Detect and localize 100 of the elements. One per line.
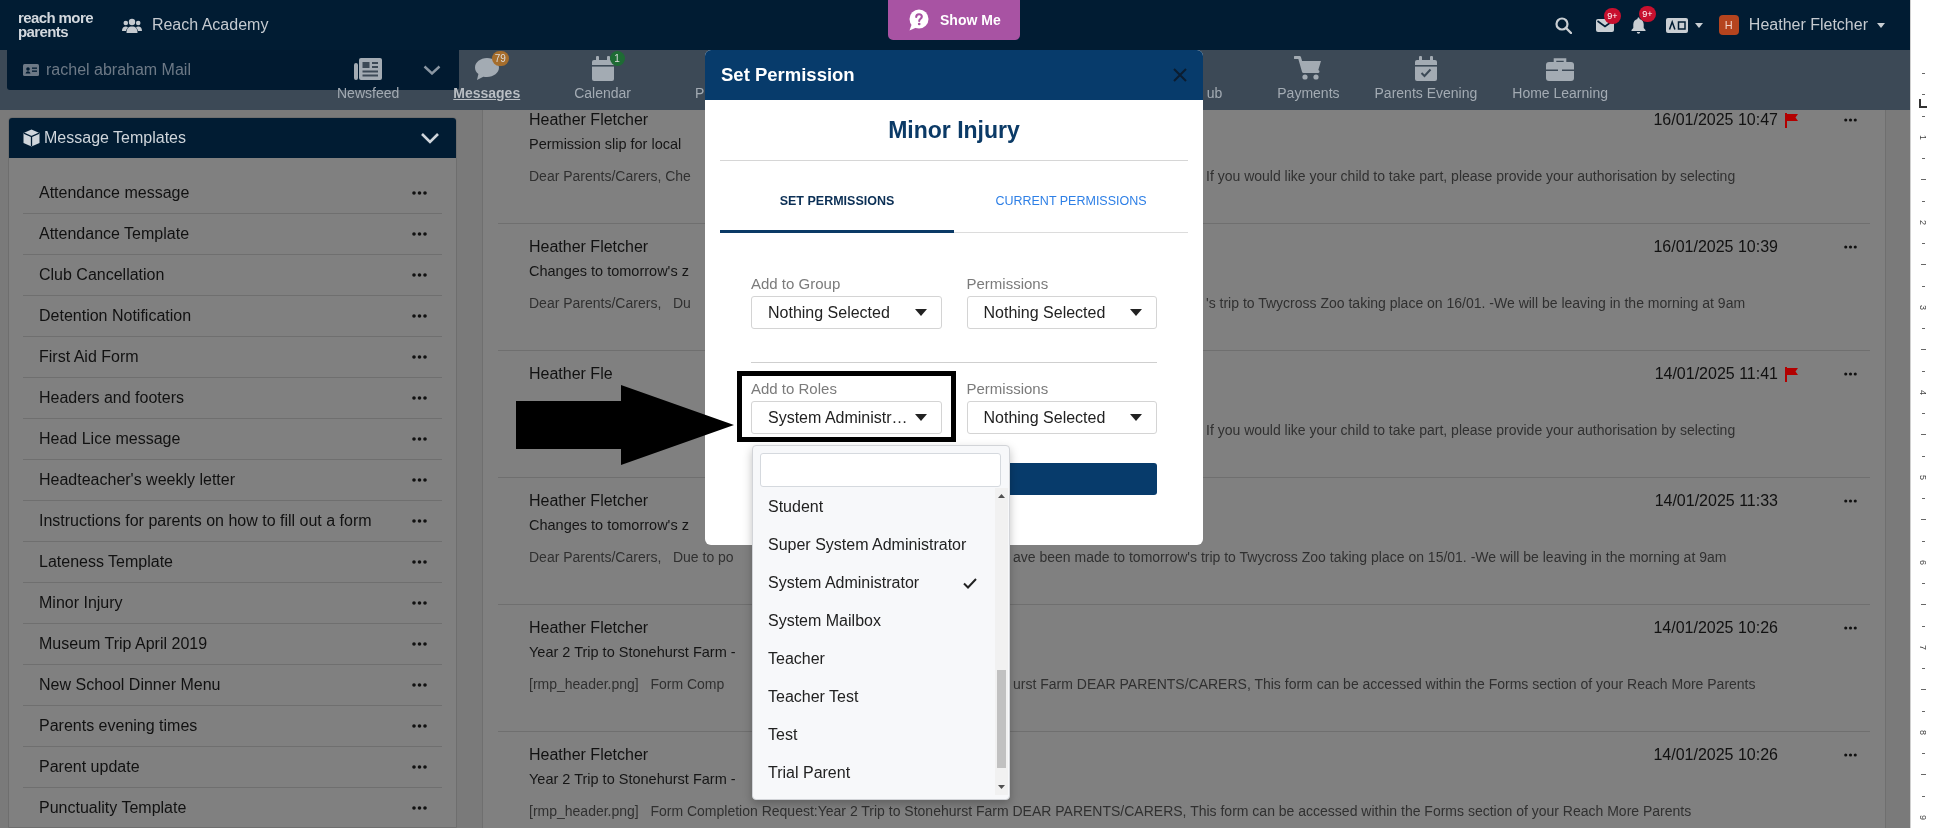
chevron-down-icon[interactable] xyxy=(420,132,440,144)
more-icon[interactable] xyxy=(412,355,427,359)
template-item[interactable]: New School Dinner Menu xyxy=(39,673,221,697)
message-date: 14/01/2025 11:41 xyxy=(1654,364,1778,384)
briefcase-icon xyxy=(1546,57,1575,81)
template-item[interactable]: Parent update xyxy=(39,755,140,779)
more-icon[interactable] xyxy=(412,232,427,236)
caret-icon[interactable] xyxy=(1877,22,1885,28)
school-name: Reach Academy xyxy=(151,15,269,35)
scroll-down-icon[interactable] xyxy=(998,785,1005,789)
more-icon[interactable] xyxy=(1844,626,1857,630)
dropdown-option[interactable]: Teacher Test xyxy=(753,678,995,716)
search-field[interactable] xyxy=(760,453,1001,487)
more-icon[interactable] xyxy=(412,314,427,318)
caret-icon[interactable] xyxy=(1694,22,1703,28)
roles-select[interactable]: System Administr… xyxy=(751,401,942,434)
question-bubble-icon xyxy=(908,9,930,31)
message-preview: urst Farm DEAR PARENTS/CARERS, This form can be accessed within the Forms section of your Reach More Parents xyxy=(1013,674,1756,694)
more-icon[interactable] xyxy=(412,273,427,277)
more-icon[interactable] xyxy=(412,519,427,523)
more-icon[interactable] xyxy=(412,601,427,605)
template-item[interactable]: Headers and footers xyxy=(39,386,184,410)
dropdown-option[interactable]: System Administrator xyxy=(753,564,995,602)
message-subject: Year 2 Trip to Stonehurst Farm - xyxy=(529,770,736,790)
more-icon[interactable] xyxy=(412,560,427,564)
tab[interactable]: SET PERMISSIONS xyxy=(720,161,954,233)
dropdown-option[interactable]: Teacher xyxy=(753,640,995,678)
more-icon[interactable] xyxy=(412,642,427,646)
dropdown-option[interactable]: Super System Administrator xyxy=(753,526,995,564)
nav-item[interactable]: Payments xyxy=(1277,50,1340,110)
message-subject: Changes to tomorrow's z xyxy=(529,262,689,282)
tab[interactable]: CURRENT PERMISSIONS xyxy=(954,161,1188,233)
message-subject: Permission slip for local xyxy=(529,135,682,155)
nav-item[interactable]: Home Learning xyxy=(1512,50,1608,110)
template-item[interactable]: Headteacher's weekly letter xyxy=(39,468,236,492)
ruler-number: 9 xyxy=(1918,814,1928,820)
logo[interactable]: reach more parents xyxy=(18,11,93,39)
dropdown-option[interactable]: Trial Parent xyxy=(753,754,995,792)
user-name[interactable]: Heather Fletcher xyxy=(1748,13,1868,37)
template-item[interactable]: Attendance Template xyxy=(39,222,190,246)
message-date: 16/01/2025 10:47 xyxy=(1653,110,1778,130)
sender-name: Heather Fletcher xyxy=(529,618,649,638)
template-item[interactable]: Museum Trip April 2019 xyxy=(39,632,208,656)
more-icon[interactable] xyxy=(412,724,427,728)
ruler-number: 2 xyxy=(1918,219,1928,225)
calendar-icon xyxy=(591,56,614,81)
ruler-number: 8 xyxy=(1918,729,1928,735)
more-icon[interactable] xyxy=(412,191,427,195)
template-item[interactable]: Head Lice message xyxy=(39,427,181,451)
template-item[interactable]: Punctuality Template xyxy=(39,796,187,820)
more-icon[interactable] xyxy=(1844,753,1857,757)
cart-icon xyxy=(1294,55,1323,81)
nav-item[interactable]: Parents Evening xyxy=(1374,50,1478,110)
newspaper-icon xyxy=(354,57,383,81)
help-button[interactable]: Show Me xyxy=(888,0,1020,40)
template-item[interactable]: Lateness Template xyxy=(39,550,173,574)
dropdown-option[interactable]: Test xyxy=(753,716,995,754)
search-icon[interactable] xyxy=(1554,16,1572,34)
template-item[interactable]: Parents evening times xyxy=(39,714,198,738)
more-icon[interactable] xyxy=(412,683,427,687)
scroll-up-icon[interactable] xyxy=(998,494,1005,498)
envelope-icon[interactable] xyxy=(1595,18,1614,32)
more-icon[interactable] xyxy=(412,396,427,400)
more-icon[interactable] xyxy=(1844,499,1857,503)
more-icon[interactable] xyxy=(1844,118,1857,122)
message-preview: 's trip to Twycross Zoo taking place on 16/01. -We will be leaving in the morning at 9am xyxy=(1206,293,1746,313)
language-icon[interactable] xyxy=(1665,17,1688,33)
more-icon[interactable] xyxy=(412,478,427,482)
template-item[interactable]: Detention Notification xyxy=(39,304,192,328)
scrollbar-track[interactable] xyxy=(995,488,1008,795)
scrollbar-thumb[interactable] xyxy=(997,670,1006,768)
more-icon[interactable] xyxy=(412,765,427,769)
bell-icon[interactable] xyxy=(1630,16,1646,34)
message-preview: ave been made to tomorrow's trip to Twycross Zoo taking place on 15/01. -We will be leaving in the morning at 9am xyxy=(1013,547,1727,567)
field-label: Add to Roles xyxy=(751,380,838,397)
more-icon[interactable] xyxy=(1844,372,1857,376)
dropdown-option[interactable]: Student xyxy=(753,488,995,526)
template-item[interactable]: Attendance message xyxy=(39,181,190,205)
message-preview: Dear Parents/Carers, Che xyxy=(529,166,691,186)
dropdown-option[interactable]: System Mailbox xyxy=(753,602,995,640)
message-preview: Dear Parents/Carers, Due to po xyxy=(529,547,734,567)
nav-item[interactable]: P xyxy=(695,50,705,110)
nav-item[interactable]: ub xyxy=(1206,50,1223,110)
template-item[interactable]: Instructions for parents on how to fill out a form xyxy=(39,509,372,533)
template-item[interactable]: First Aid Form xyxy=(39,345,139,369)
template-item[interactable]: Club Cancellation xyxy=(39,263,165,287)
more-icon[interactable] xyxy=(412,806,427,810)
caret-icon xyxy=(1130,414,1142,421)
template-item[interactable]: Minor Injury xyxy=(39,591,123,615)
permissions-select[interactable]: Nothing Selected xyxy=(966,296,1157,329)
ruler-number: 7 xyxy=(1918,644,1928,650)
more-icon[interactable] xyxy=(1844,245,1857,249)
permissions-select[interactable]: Nothing Selected xyxy=(966,401,1157,434)
panel-header[interactable]: Message Templates xyxy=(9,118,456,158)
group-select[interactable]: Nothing Selected xyxy=(751,296,942,329)
user-avatar[interactable]: H xyxy=(1718,15,1739,35)
more-icon[interactable] xyxy=(412,437,427,441)
message-preview: [rmp_header.png] Form Comp xyxy=(529,674,725,694)
nav-item[interactable]: 1 Calendar xyxy=(574,50,632,110)
message-date: 16/01/2025 10:39 xyxy=(1653,237,1778,257)
